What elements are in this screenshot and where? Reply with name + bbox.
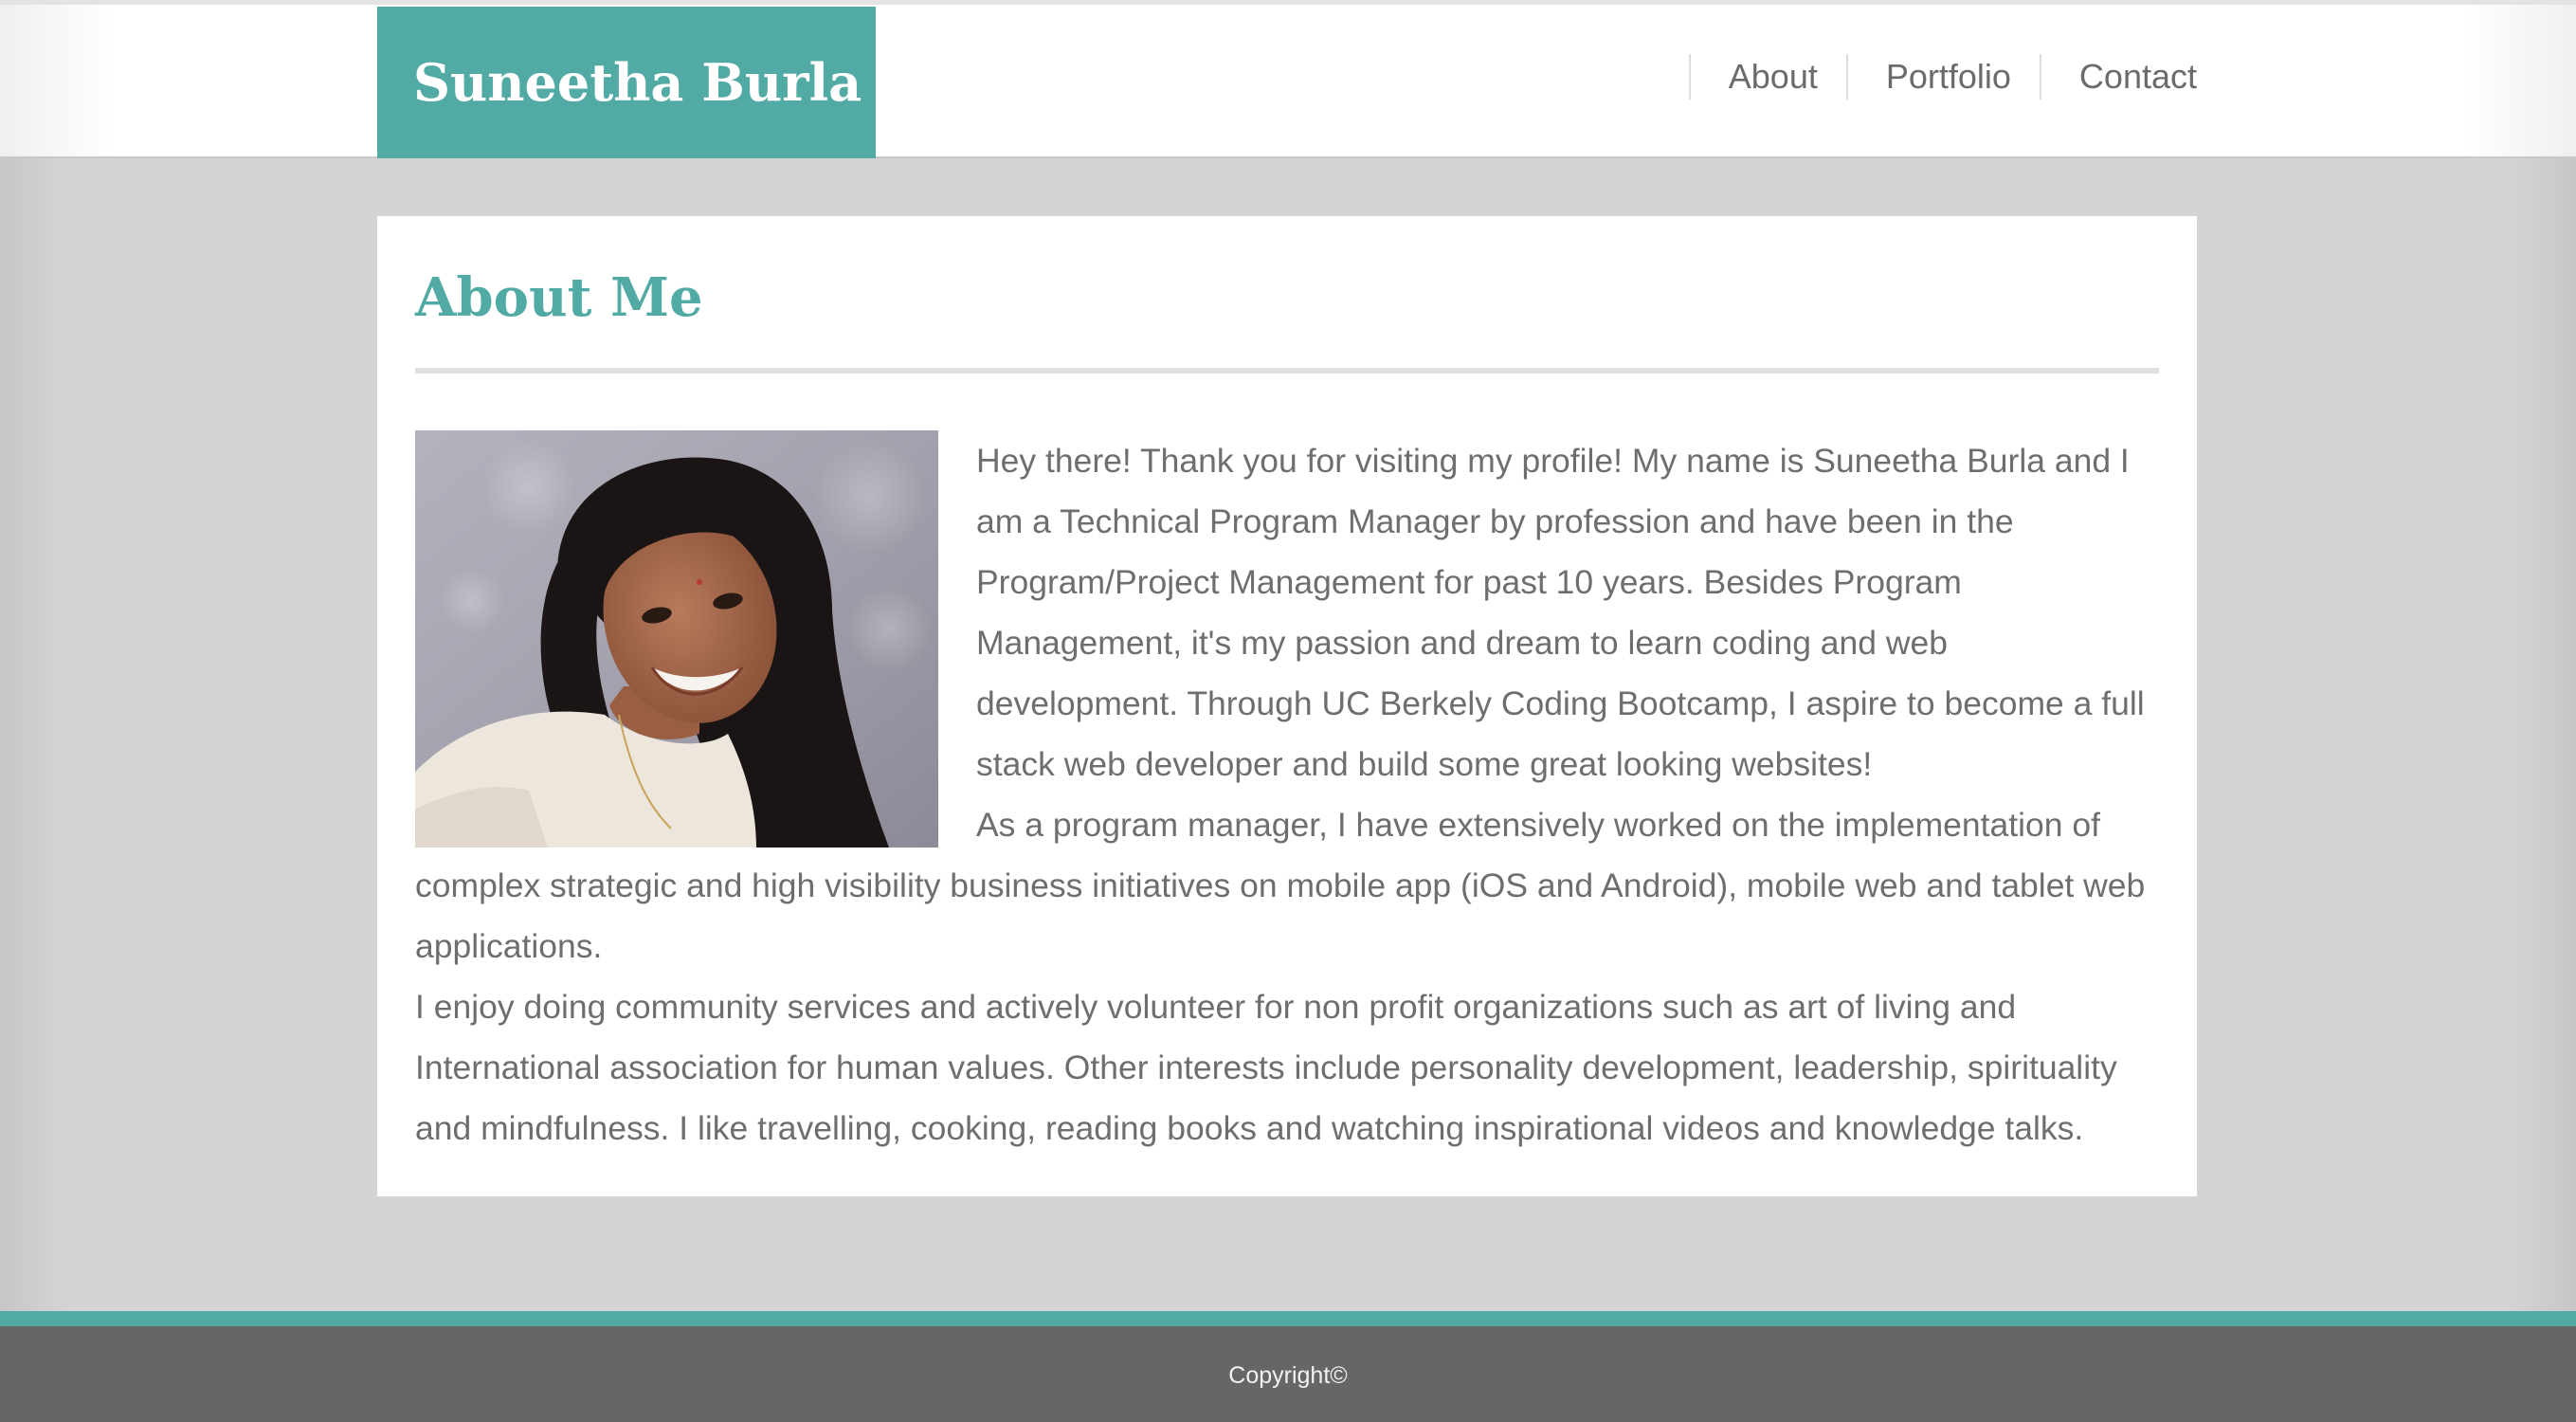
site-brand-title[interactable]: Suneetha Burla — [377, 7, 876, 158]
title-divider — [415, 368, 2159, 374]
nav-link-about[interactable]: About — [1688, 54, 1846, 100]
about-title: About Me — [415, 266, 703, 329]
page: Suneetha Burla About Portfolio Contact A… — [0, 0, 2576, 1422]
site-footer: Copyright© — [0, 1326, 2576, 1422]
copyright-text: Copyright© — [1228, 1362, 1348, 1389]
about-paragraph-interests: I enjoy doing community services and act… — [415, 988, 2117, 1147]
site-header: Suneetha Burla About Portfolio Contact — [0, 0, 2576, 158]
footer-accent-bar — [0, 1311, 2576, 1326]
about-card: About Me Hey there! Thank you for visiti… — [377, 216, 2197, 1196]
profile-photo — [415, 430, 938, 848]
nav-link-contact[interactable]: Contact — [2039, 54, 2197, 100]
nav-link-portfolio[interactable]: Portfolio — [1845, 54, 2040, 100]
main-nav: About Portfolio Contact — [1688, 54, 2197, 100]
